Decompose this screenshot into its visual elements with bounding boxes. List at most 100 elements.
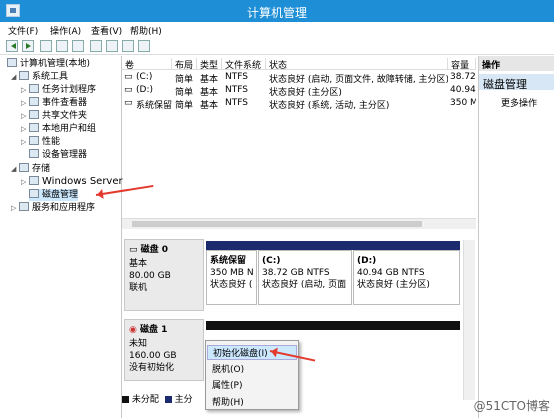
vertical-scrollbar[interactable] [463, 240, 475, 400]
horizontal-scrollbar[interactable] [122, 218, 476, 229]
volume-icon: ▭ [124, 98, 133, 108]
column-type[interactable]: 类型 [197, 58, 222, 71]
actions-selected[interactable]: 磁盘管理 [479, 74, 554, 91]
disk-1-state: 没有初始化 [129, 363, 175, 373]
check-icon[interactable] [106, 40, 118, 52]
watermark: @51CTO博客 [473, 399, 550, 413]
tree-label: 系统工具 [32, 72, 69, 82]
computer-icon [7, 58, 17, 67]
volume-layout: 简单 [175, 88, 194, 98]
partition-status: 状态良好 (主分区) [357, 280, 430, 290]
disk-label: 磁盘 0 [140, 245, 169, 255]
tools-icon [19, 71, 29, 80]
expand-icon[interactable]: ▷ [21, 136, 29, 148]
legend-unallocated: 未分配 [131, 395, 159, 405]
tree-label: 性能 [42, 137, 61, 147]
menu-item-offline[interactable]: 脱机(O) [212, 362, 244, 375]
partition-label: (C:) [262, 256, 281, 266]
partition-status: 状态良好 (启动, 页面 [262, 280, 347, 290]
toolbar [0, 37, 554, 55]
menu-item-properties[interactable]: 属性(P) [212, 378, 242, 391]
disk-label: 磁盘 1 [140, 325, 168, 335]
table-row[interactable]: ▭ (C:) 简单 基本 NTFS 状态良好 (启动, 页面文件, 故障转储, … [122, 72, 476, 85]
table-row[interactable]: ▭ (D:) 简单 基本 NTFS 状态良好 (主分区) 40.94 [122, 85, 476, 98]
partition-d[interactable]: (D:) 40.94 GB NTFS 状态良好 (主分区) [353, 250, 460, 305]
tree-item-disk-management[interactable]: 磁盘管理 [29, 189, 79, 201]
tree-item-root[interactable]: 计算机管理(本地) [7, 58, 90, 70]
expand-icon[interactable]: ▷ [21, 84, 29, 96]
folder-icon[interactable] [122, 40, 134, 52]
tree-label: 事件查看器 [42, 98, 88, 108]
disk-1-name: ◉ 磁盘 1 [129, 324, 167, 336]
expand-icon[interactable]: ▷ [21, 97, 29, 109]
actions-header: 操作 [479, 56, 554, 71]
disk-1-info[interactable]: ◉ 磁盘 1 未知 160.00 GB 没有初始化 [124, 319, 204, 381]
legend-unallocated-swatch [122, 396, 129, 403]
partition-system-reserved[interactable]: 系统保留 350 MB N 状态良好 ( [206, 250, 257, 305]
table-row[interactable]: ▭ 系统保留 简单 基本 NTFS 状态良好 (系统, 活动, 主分区) 350… [122, 98, 476, 111]
volume-fs: NTFS [225, 72, 248, 82]
collapse-icon[interactable]: ◢ [11, 71, 19, 83]
tree-item-task-scheduler[interactable]: ▷ 任务计划程序 [21, 84, 96, 96]
volume-status: 状态良好 (主分区) [269, 88, 342, 98]
column-capacity[interactable]: 容量 [448, 58, 476, 71]
disk-0-size: 80.00 GB [129, 271, 171, 281]
collapse-icon[interactable]: ◢ [11, 163, 19, 175]
tree-item-windows-server[interactable]: ▷ Windows Server [21, 176, 123, 188]
partition-size: 38.72 GB NTFS [262, 268, 330, 278]
menu-file[interactable]: 文件(F) [8, 24, 38, 37]
forward-icon[interactable] [22, 40, 34, 52]
partition-label: 系统保留 [210, 256, 247, 266]
partition-c[interactable]: (C:) 38.72 GB NTFS 状态良好 (启动, 页面 [258, 250, 352, 305]
help-icon[interactable] [90, 40, 102, 52]
tree-item-performance[interactable]: ▷ 性能 [21, 136, 60, 148]
tree-item-shared-folders[interactable]: ▷ 共享文件夹 [21, 110, 87, 122]
column-layout[interactable]: 布局 [172, 58, 197, 71]
disk-0-info[interactable]: ▭ 磁盘 0 基本 80.00 GB 联机 [124, 239, 204, 311]
menu-action[interactable]: 操作(A) [50, 24, 81, 37]
volume-fs: NTFS [225, 85, 248, 95]
volume-name: (D:) [136, 85, 153, 95]
tree-item-event-viewer[interactable]: ▷ 事件查看器 [21, 97, 87, 109]
back-icon[interactable] [6, 40, 18, 52]
column-filesystem[interactable]: 文件系统 [222, 58, 266, 71]
disk-graphical-pane: ▭ 磁盘 0 基本 80.00 GB 联机 系统保留 350 MB N 状态良好… [122, 233, 476, 418]
navigation-tree: 计算机管理(本地) ◢ 系统工具 ▷ 任务计划程序 ▷ 事件查看器 ▷ 共享文件夹 ▷ 本… [5, 56, 123, 418]
users-icon [29, 123, 39, 132]
column-status[interactable]: 状态 [266, 58, 448, 71]
more-actions-link[interactable]: 更多操作 [501, 96, 537, 109]
folder-icon [29, 110, 39, 119]
tree-label: 计算机管理(本地) [20, 59, 91, 69]
clock-icon [29, 84, 39, 93]
tree-label: Windows Server [42, 176, 123, 187]
disk-warning-icon: ◉ [129, 325, 140, 335]
tree-item-storage[interactable]: ◢ 存储 [11, 163, 50, 175]
legend: 未分配 主分 [122, 392, 202, 405]
volume-icon: ▭ [124, 85, 133, 95]
tree-item-services[interactable]: ▷ 服务和应用程序 [11, 202, 95, 214]
tree-label: 共享文件夹 [42, 111, 88, 121]
volume-type: 基本 [200, 101, 219, 111]
disk-1-size: 160.00 GB [129, 351, 177, 361]
menu-view[interactable]: 查看(V) [91, 24, 122, 37]
tree-item-system-tools[interactable]: ◢ 系统工具 [11, 71, 68, 83]
tree-item-device-manager[interactable]: 设备管理器 [29, 149, 87, 161]
show-hide-tree-icon[interactable] [56, 40, 68, 52]
properties-icon[interactable] [72, 40, 84, 52]
expand-icon[interactable]: ▷ [11, 202, 19, 214]
disk-icon: ▭ [129, 245, 141, 255]
expand-icon[interactable]: ▷ [21, 110, 29, 122]
up-icon[interactable] [40, 40, 52, 52]
menu-help[interactable]: 帮助(H) [130, 24, 162, 37]
tree-label: 存储 [32, 164, 51, 174]
scrollbar-thumb[interactable] [132, 221, 422, 227]
performance-icon [29, 136, 39, 145]
menu-item-help[interactable]: 帮助(H) [212, 395, 244, 408]
legend-primary: 主分 [174, 395, 193, 405]
expand-icon[interactable]: ▷ [21, 123, 29, 135]
expand-icon[interactable]: ▷ [21, 176, 29, 188]
partition-status: 状态良好 ( [210, 280, 253, 290]
settings-icon[interactable] [138, 40, 150, 52]
column-volume[interactable]: 卷 [122, 58, 172, 71]
tree-item-local-users[interactable]: ▷ 本地用户和组 [21, 123, 96, 135]
